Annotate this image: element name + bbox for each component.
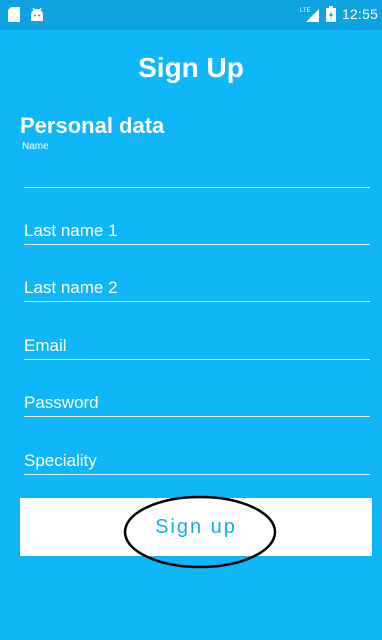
- password-field[interactable]: [24, 387, 370, 417]
- sign-up-button-label: Sign up: [155, 515, 237, 538]
- speciality-input[interactable]: [24, 451, 370, 471]
- email-field[interactable]: [24, 330, 370, 360]
- last-name-2-field[interactable]: [24, 272, 370, 302]
- name-field[interactable]: [24, 158, 370, 188]
- password-input[interactable]: [24, 393, 370, 413]
- name-field-label: Name: [22, 141, 49, 152]
- android-icon: [31, 8, 43, 21]
- page-title: Sign Up: [138, 52, 244, 83]
- status-left-icons: [8, 7, 44, 22]
- last-name-1-field[interactable]: [24, 215, 370, 245]
- name-input[interactable]: [24, 164, 370, 184]
- battery-icon: [325, 6, 336, 22]
- status-bar: LTE 12:55: [0, 0, 382, 30]
- signal-icon: LTE: [300, 8, 319, 22]
- status-right-icons: LTE 12:55: [300, 6, 378, 22]
- sign-up-button[interactable]: Sign up: [20, 498, 372, 556]
- email-input[interactable]: [24, 336, 370, 356]
- speciality-field[interactable]: [24, 445, 370, 475]
- status-time: 12:55: [341, 6, 378, 22]
- last-name-2-input[interactable]: [24, 278, 370, 298]
- last-name-1-input[interactable]: [24, 221, 370, 241]
- section-title: Personal data: [20, 113, 165, 138]
- sd-card-icon: [8, 7, 20, 22]
- network-type: LTE: [300, 8, 311, 14]
